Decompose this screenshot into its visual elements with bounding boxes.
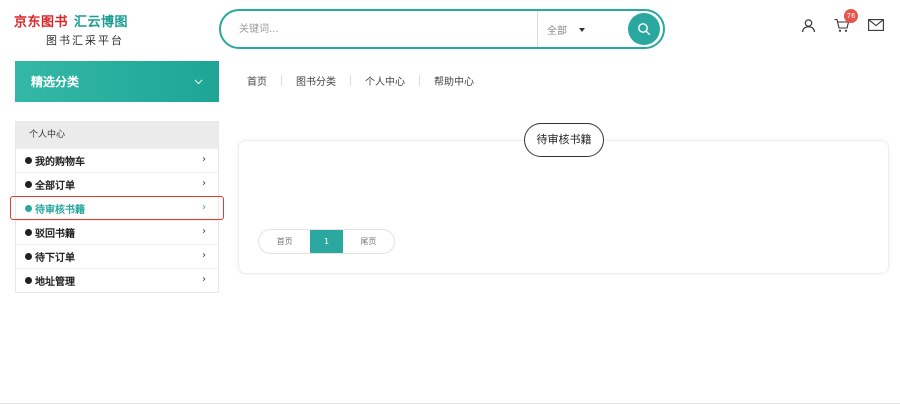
cart-button[interactable]: 76 xyxy=(834,9,858,33)
search-button[interactable] xyxy=(628,13,660,45)
sidebar-item-label: 全部订单 xyxy=(35,181,75,192)
nav-divider xyxy=(281,75,282,86)
logo-subtitle: 图书汇采平台 xyxy=(46,34,124,47)
sidebar: 个人中心 我的购物车 › 全部订单 › 待审核书籍 › 驳回书籍 › 待下订单 … xyxy=(10,121,224,293)
sidebar-item-label: 待审核书籍 xyxy=(35,204,85,216)
sidebar-item-address-management[interactable]: 地址管理 › xyxy=(16,268,218,292)
bullet-icon xyxy=(25,229,32,236)
sidebar-item-pending-orders[interactable]: 待下订单 › xyxy=(16,244,218,268)
bullet-icon xyxy=(25,253,32,260)
nav-personal-center[interactable]: 个人中心 xyxy=(365,73,405,88)
bullet-icon xyxy=(25,157,32,164)
sidebar-item-shopping-cart[interactable]: 我的购物车 › xyxy=(16,148,218,172)
nav-help-center[interactable]: 帮助中心 xyxy=(434,73,474,88)
nav-book-categories[interactable]: 图书分类 xyxy=(296,73,336,88)
search-divider xyxy=(537,11,538,47)
nav-divider xyxy=(350,75,351,86)
sidebar-title: 个人中心 xyxy=(16,122,218,148)
chevron-right-icon: › xyxy=(202,178,206,189)
main-nav: 首页 图书分类 个人中心 帮助中心 xyxy=(247,73,474,88)
chevron-right-icon: › xyxy=(202,226,206,237)
search-icon xyxy=(638,23,651,36)
sidebar-item-all-orders[interactable]: 全部订单 › xyxy=(16,172,218,196)
site-logo[interactable]: 京东图书 汇云博图 图书汇采平台 xyxy=(14,12,164,48)
sidebar-item-label: 地址管理 xyxy=(35,277,75,288)
footer-divider xyxy=(0,403,900,404)
search-category-select[interactable]: 全部 xyxy=(547,22,585,37)
search-category-label: 全部 xyxy=(547,26,567,37)
search-input[interactable] xyxy=(239,20,529,38)
bullet-icon xyxy=(25,204,32,212)
pagination-current-page[interactable]: 1 xyxy=(310,230,343,253)
sidebar-item-pending-review[interactable]: 待审核书籍 › xyxy=(10,196,224,220)
sidebar-item-label: 驳回书籍 xyxy=(35,229,75,240)
chevron-down-icon xyxy=(194,78,203,84)
logo-top-row: 京东图书 汇云博图 xyxy=(14,12,164,30)
caret-down-icon xyxy=(579,27,585,32)
user-icon[interactable] xyxy=(800,17,816,33)
page-title: 待审核书籍 xyxy=(524,123,604,157)
logo-hy-text: 汇云博图 xyxy=(74,14,129,30)
pagination-first-button[interactable]: 首页 xyxy=(259,230,310,253)
sidebar-item-label: 待下订单 xyxy=(35,253,75,264)
pagination: 首页 1 尾页 xyxy=(258,229,395,254)
chevron-right-icon: › xyxy=(202,154,206,165)
chevron-right-icon: › xyxy=(202,202,206,213)
sidebar-item-rejected-books[interactable]: 驳回书籍 › xyxy=(16,220,218,244)
nav-home[interactable]: 首页 xyxy=(247,73,267,88)
category-dropdown[interactable]: 精选分类 xyxy=(15,61,219,102)
bullet-icon xyxy=(25,277,32,284)
page: 京东图书 汇云博图 图书汇采平台 全部 xyxy=(0,0,900,405)
chevron-right-icon: › xyxy=(202,274,206,285)
header-actions: 76 xyxy=(800,9,884,33)
bullet-icon xyxy=(25,181,32,188)
cart-count-badge: 76 xyxy=(844,9,858,23)
nav-divider xyxy=(419,75,420,86)
mail-icon[interactable] xyxy=(868,17,884,33)
category-title: 精选分类 xyxy=(31,75,80,89)
pagination-last-button[interactable]: 尾页 xyxy=(343,230,394,253)
logo-jd-text: 京东图书 xyxy=(14,14,69,30)
sidebar-item-label: 我的购物车 xyxy=(35,157,85,168)
search-bar: 全部 xyxy=(219,9,665,49)
chevron-right-icon: › xyxy=(202,250,206,261)
